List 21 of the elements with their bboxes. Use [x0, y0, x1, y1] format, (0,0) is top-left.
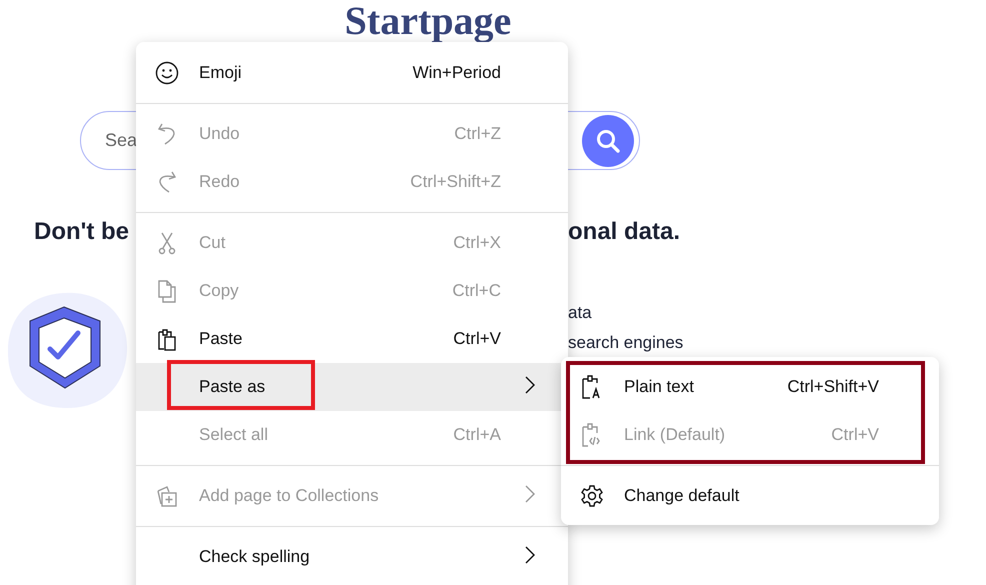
menu-item[interactable]: Plain text Ctrl+Shift+V — [561, 363, 939, 411]
search-field[interactable]: Sea — [105, 130, 138, 151]
scissors-icon — [156, 231, 176, 255]
smiley-icon — [154, 61, 178, 85]
feature-text: search engines — [568, 333, 684, 353]
search-icon — [595, 128, 621, 154]
headline: onal data. — [568, 218, 680, 245]
headline: Don't be — [34, 218, 130, 245]
menu-item[interactable]: Emoji Win+Period — [136, 49, 561, 97]
menu-item[interactable]: Check spelling — [136, 533, 561, 581]
clipboard-icon — [156, 327, 178, 351]
search-button[interactable] — [582, 114, 634, 166]
menu-item[interactable]: Paste as — [136, 363, 561, 411]
feature-text: ata — [568, 303, 593, 323]
copy-icon — [156, 279, 178, 303]
undo-arrow-icon — [156, 122, 178, 146]
gear-icon — [580, 484, 604, 508]
menu-item[interactable]: Paste Ctrl+V — [136, 315, 561, 363]
logo[interactable]: Startpage — [344, 0, 512, 42]
menu-item[interactable]: Change default — [561, 472, 939, 520]
collections-icon — [154, 484, 178, 508]
